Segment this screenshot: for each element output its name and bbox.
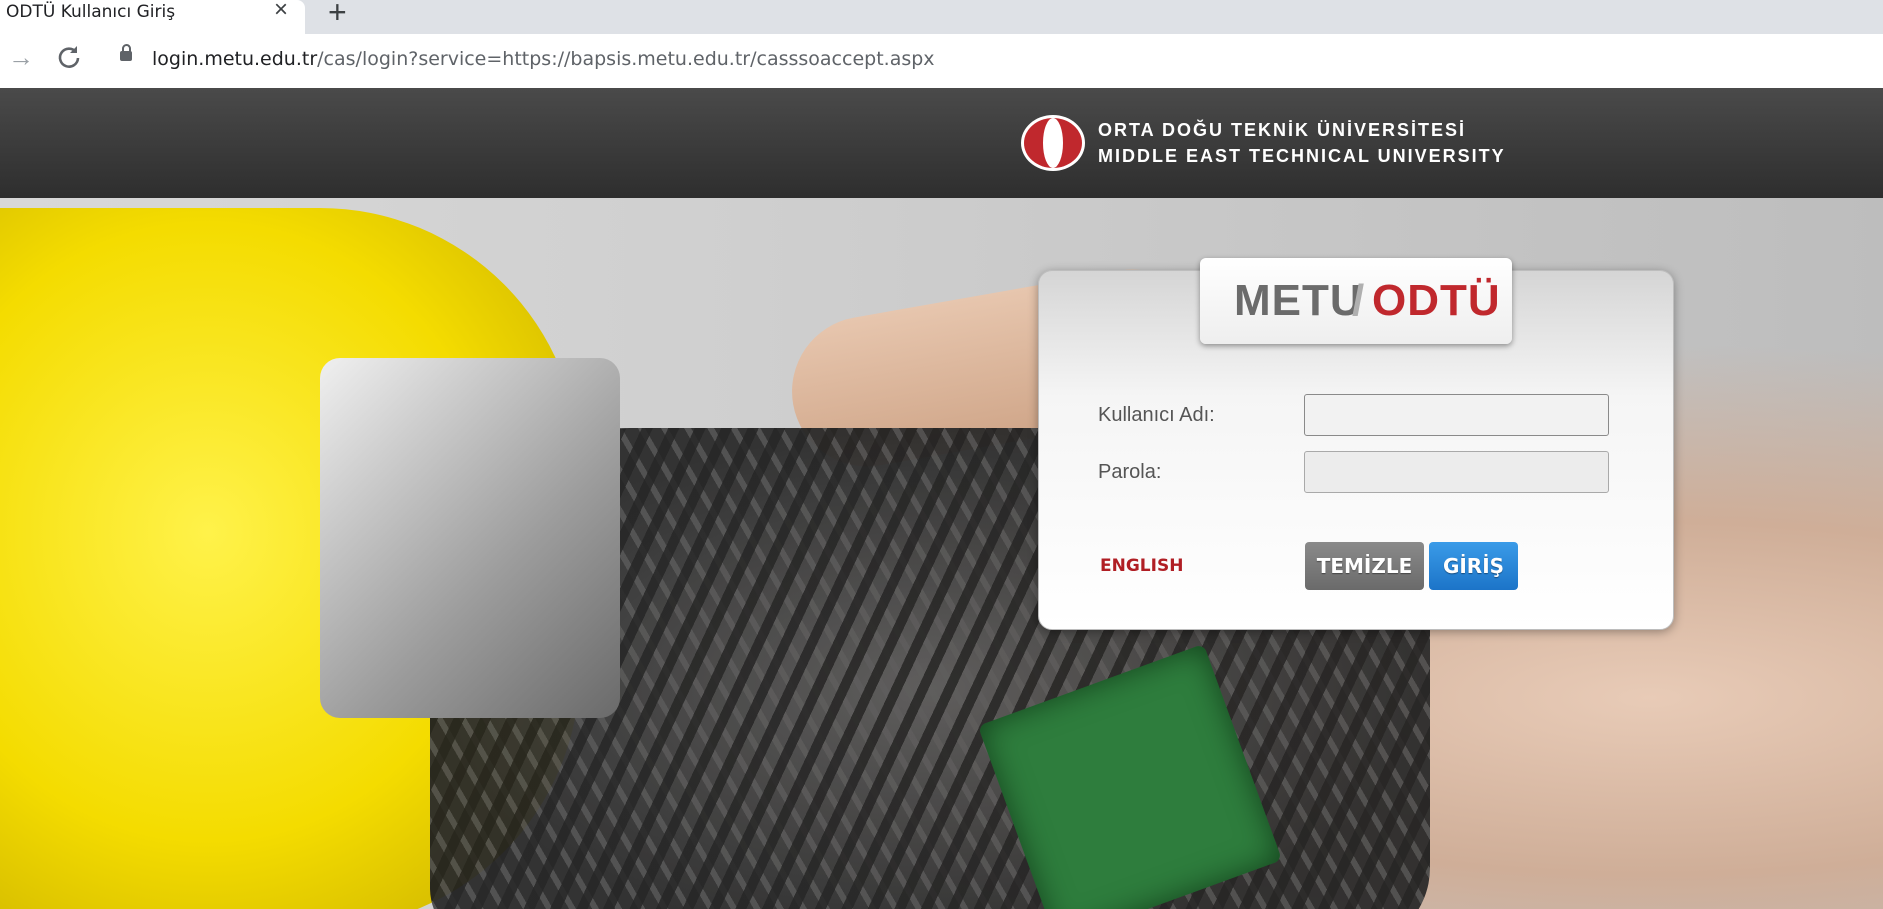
- site-header: ORTA DOĞU TEKNİK ÜNİVERSİTESİ MIDDLE EAS…: [0, 88, 1883, 198]
- brand-odtu: ODTÜ: [1372, 276, 1501, 325]
- password-label: Parola:: [1098, 461, 1162, 483]
- browser-tab-strip: ODTÜ Kullanıcı Giriş × +: [0, 0, 1883, 34]
- url-path: /cas/login?service=https://bapsis.metu.e…: [317, 48, 935, 70]
- password-input[interactable]: [1304, 451, 1609, 493]
- username-label: Kullanıcı Adı:: [1098, 404, 1215, 426]
- reload-icon[interactable]: [56, 44, 82, 74]
- forward-icon[interactable]: →: [8, 44, 34, 70]
- tab-title: ODTÜ Kullanıcı Giriş: [6, 2, 176, 22]
- username-input[interactable]: [1304, 394, 1609, 436]
- brand-slash: /: [1352, 276, 1365, 325]
- metu-logo-icon[interactable]: [1020, 114, 1086, 172]
- reload-icon-svg: [58, 46, 80, 68]
- browser-toolbar: → login.metu.edu.tr/cas/login?service=ht…: [0, 34, 1883, 89]
- lock-icon[interactable]: [120, 44, 132, 61]
- university-name-tr: ORTA DOĞU TEKNİK ÜNİVERSİTESİ: [1098, 120, 1467, 140]
- address-bar[interactable]: login.metu.edu.tr/cas/login?service=http…: [152, 48, 935, 70]
- university-name-en: MIDDLE EAST TECHNICAL UNIVERSITY: [1098, 146, 1506, 166]
- hero-metal-joint: [320, 358, 620, 718]
- close-tab-icon[interactable]: ×: [274, 0, 288, 22]
- brand-metu: METU: [1234, 276, 1363, 325]
- english-language-link[interactable]: ENGLISH: [1100, 556, 1183, 576]
- new-tab-icon[interactable]: +: [328, 0, 347, 28]
- url-host: login.metu.edu.tr: [152, 48, 318, 70]
- clear-button[interactable]: TEMİZLE: [1305, 542, 1424, 590]
- login-button[interactable]: GİRİŞ: [1429, 542, 1518, 590]
- brand-box: METU / ODTÜ: [1200, 258, 1512, 344]
- browser-tab[interactable]: ODTÜ Kullanıcı Giriş ×: [0, 0, 305, 34]
